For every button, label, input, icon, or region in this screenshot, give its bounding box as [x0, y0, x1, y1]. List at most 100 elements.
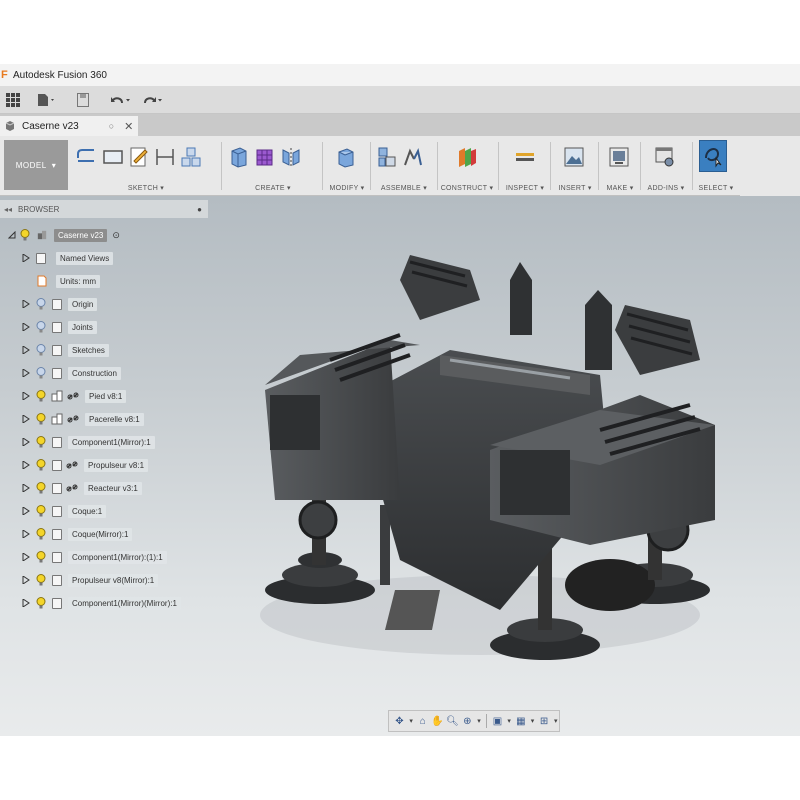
modify-group-label[interactable]: MODIFY — [330, 185, 359, 192]
select-tool-icon[interactable] — [699, 140, 727, 172]
tree-item[interactable]: Component1(Mirror):1 — [22, 433, 155, 451]
new-component-icon[interactable] — [376, 144, 398, 170]
close-tab-icon[interactable]: ✕ — [124, 120, 133, 133]
orbit-icon[interactable]: ✥ — [393, 713, 406, 729]
mirror-tool-icon[interactable] — [280, 144, 302, 170]
joint-tool-icon[interactable] — [402, 144, 424, 170]
tree-item[interactable]: Units: mm — [22, 272, 100, 290]
component-icon — [52, 574, 62, 586]
file-icon[interactable] — [34, 89, 60, 111]
workspace-switcher[interactable]: MODEL ▾ — [4, 140, 68, 190]
line-tool-icon[interactable] — [76, 144, 98, 170]
inspect-group-label[interactable]: INSPECT — [506, 185, 538, 192]
3d-print-icon[interactable] — [608, 144, 630, 170]
tree-item[interactable]: Coque(Mirror):1 — [22, 525, 133, 543]
visibility-bulb-icon[interactable] — [36, 344, 46, 356]
expand-arrow-icon[interactable] — [22, 507, 30, 515]
tree-item[interactable]: Propulseur v8:1 — [22, 456, 149, 474]
zoom-window-icon[interactable]: ⊕ — [461, 713, 474, 729]
expand-arrow-icon[interactable] — [8, 231, 16, 239]
visibility-bulb-icon[interactable] — [20, 229, 30, 241]
visibility-bulb-icon[interactable] — [36, 367, 46, 379]
tree-item-label: Joints — [68, 320, 97, 334]
visibility-bulb-icon[interactable] — [36, 459, 46, 471]
tree-item[interactable]: Construction — [22, 364, 121, 382]
grid-settings-icon[interactable]: ▦ — [514, 713, 527, 729]
look-at-icon[interactable]: ⌂ — [416, 713, 429, 729]
document-tab[interactable]: Caserne v23 ○ ✕ — [0, 116, 138, 136]
visibility-bulb-icon[interactable] — [36, 574, 46, 586]
document-settings-icon — [37, 275, 47, 287]
tree-root[interactable]: Caserne v23 ⊙ — [8, 226, 120, 244]
collapse-panel-icon[interactable]: ◂◂ — [4, 205, 12, 214]
visibility-bulb-icon[interactable] — [36, 413, 46, 425]
undo-icon[interactable] — [108, 89, 134, 111]
activate-radio-icon[interactable]: ⊙ — [112, 230, 120, 241]
pin-panel-icon[interactable]: ● — [197, 205, 202, 214]
create-group-label[interactable]: CREATE — [255, 185, 285, 192]
sketch-constraint-icon[interactable] — [180, 144, 202, 170]
browser-header[interactable]: ◂◂ BROWSER ● — [0, 200, 208, 218]
expand-arrow-icon[interactable] — [22, 530, 30, 538]
visibility-bulb-icon[interactable] — [36, 390, 46, 402]
expand-arrow-icon[interactable] — [22, 599, 30, 607]
tree-item[interactable]: Pied v8:1 — [22, 387, 127, 405]
press-pull-icon[interactable] — [335, 144, 357, 170]
sketch-group-label[interactable]: SKETCH — [128, 185, 158, 192]
expand-arrow-icon[interactable] — [22, 576, 30, 584]
expand-arrow-icon[interactable] — [22, 438, 30, 446]
zoom-icon[interactable]: 🔍︎ — [446, 713, 459, 729]
visibility-bulb-icon[interactable] — [36, 321, 46, 333]
construct-group-label[interactable]: CONSTRUCT — [441, 185, 488, 192]
scripts-addins-icon[interactable] — [654, 144, 676, 170]
expand-arrow-icon[interactable] — [22, 553, 30, 561]
expand-arrow-icon[interactable] — [22, 346, 30, 354]
add-ins-group-label[interactable]: ADD-INS — [648, 185, 679, 192]
tree-item[interactable]: Pacerelle v8:1 — [22, 410, 144, 428]
tree-item[interactable]: Origin — [22, 295, 98, 313]
visibility-bulb-icon[interactable] — [36, 597, 46, 609]
tree-item[interactable]: Reacteur v3:1 — [22, 479, 142, 497]
insert-group-label[interactable]: INSERT — [558, 185, 585, 192]
extrude-tool-icon[interactable] — [228, 144, 250, 170]
rectangle-tool-icon[interactable] — [102, 144, 124, 170]
dimension-tool-icon[interactable] — [154, 144, 176, 170]
create-sketch-icon[interactable] — [128, 144, 150, 170]
component-icon — [52, 597, 62, 609]
pan-icon[interactable]: ✋ — [431, 713, 444, 729]
tree-item[interactable]: Coque:1 — [22, 502, 107, 520]
data-panel-icon[interactable] — [2, 89, 24, 111]
display-settings-icon[interactable]: ▣ — [491, 713, 504, 729]
tree-item[interactable]: Propulseur v8(Mirror):1 — [22, 571, 159, 589]
expand-arrow-icon[interactable] — [22, 254, 30, 262]
measure-tool-icon[interactable] — [514, 144, 536, 170]
expand-arrow-icon[interactable] — [22, 415, 30, 423]
insert-image-icon[interactable] — [563, 144, 585, 170]
tree-item[interactable]: Sketches — [22, 341, 109, 359]
visibility-bulb-icon[interactable] — [36, 551, 46, 563]
redo-icon[interactable] — [140, 89, 166, 111]
make-group-label[interactable]: MAKE — [606, 185, 627, 192]
tree-item-label: Reacteur v3:1 — [84, 481, 142, 495]
expand-arrow-icon[interactable] — [22, 392, 30, 400]
tree-item[interactable]: Joints — [22, 318, 97, 336]
visibility-bulb-icon[interactable] — [36, 482, 46, 494]
assemble-group-label[interactable]: ASSEMBLE — [381, 185, 421, 192]
tree-item[interactable]: Named Views — [22, 249, 114, 267]
visibility-bulb-icon[interactable] — [36, 298, 46, 310]
save-icon[interactable] — [72, 89, 94, 111]
expand-arrow-icon[interactable] — [22, 323, 30, 331]
viewports-icon[interactable]: ⊞ — [538, 713, 551, 729]
tree-item[interactable]: Component1(Mirror):(1):1 — [22, 548, 167, 566]
select-group-label[interactable]: SELECT — [699, 185, 728, 192]
expand-arrow-icon[interactable] — [22, 461, 30, 469]
visibility-bulb-icon[interactable] — [36, 505, 46, 517]
box-tool-icon[interactable] — [254, 144, 276, 170]
expand-arrow-icon[interactable] — [22, 300, 30, 308]
expand-arrow-icon[interactable] — [22, 369, 30, 377]
tree-item[interactable]: Component1(Mirror)(Mirror):1 — [22, 594, 181, 612]
visibility-bulb-icon[interactable] — [36, 436, 46, 448]
expand-arrow-icon[interactable] — [22, 484, 30, 492]
offset-plane-icon[interactable] — [456, 144, 478, 170]
visibility-bulb-icon[interactable] — [36, 528, 46, 540]
